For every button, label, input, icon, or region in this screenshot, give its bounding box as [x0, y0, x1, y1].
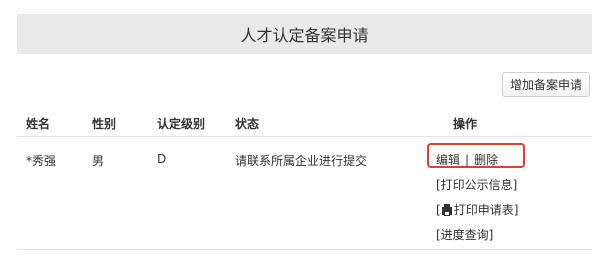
action-separator: | — [465, 153, 470, 167]
header-gender: 性别 — [92, 117, 117, 131]
edit-delete-actions: 编辑 | 删除 — [436, 151, 498, 168]
edit-link[interactable]: 编辑 — [436, 153, 460, 167]
print-application-form-link[interactable]: [ 打印申请表] — [436, 201, 518, 218]
cell-status: 请联系所属企业进行提交 — [235, 154, 368, 168]
print-notice-link[interactable]: [打印公示信息] — [436, 176, 517, 193]
cell-level: D — [157, 152, 167, 166]
printer-icon — [441, 204, 452, 216]
header-status: 状态 — [235, 117, 260, 131]
page-title-bar: 人才认定备案申请 — [17, 14, 592, 54]
page-title: 人才认定备案申请 — [240, 26, 369, 45]
top-margin — [0, 0, 600, 14]
header-actions: 操作 — [453, 117, 478, 131]
print-form-bracket: [ — [436, 203, 441, 217]
progress-query-link[interactable]: [进度查询] — [436, 226, 493, 243]
delete-link[interactable]: 删除 — [474, 153, 498, 167]
add-filing-application-button[interactable]: 增加备案申请 — [502, 72, 590, 97]
cell-name: *秀强 — [26, 154, 57, 168]
cell-gender: 男 — [92, 154, 105, 168]
header-level: 认定级别 — [157, 117, 206, 131]
table-header-row: 姓名 性别 认定级别 状态 操作 — [17, 106, 592, 137]
print-form-label: 打印申请表] — [453, 203, 519, 217]
header-name: 姓名 — [26, 117, 51, 131]
